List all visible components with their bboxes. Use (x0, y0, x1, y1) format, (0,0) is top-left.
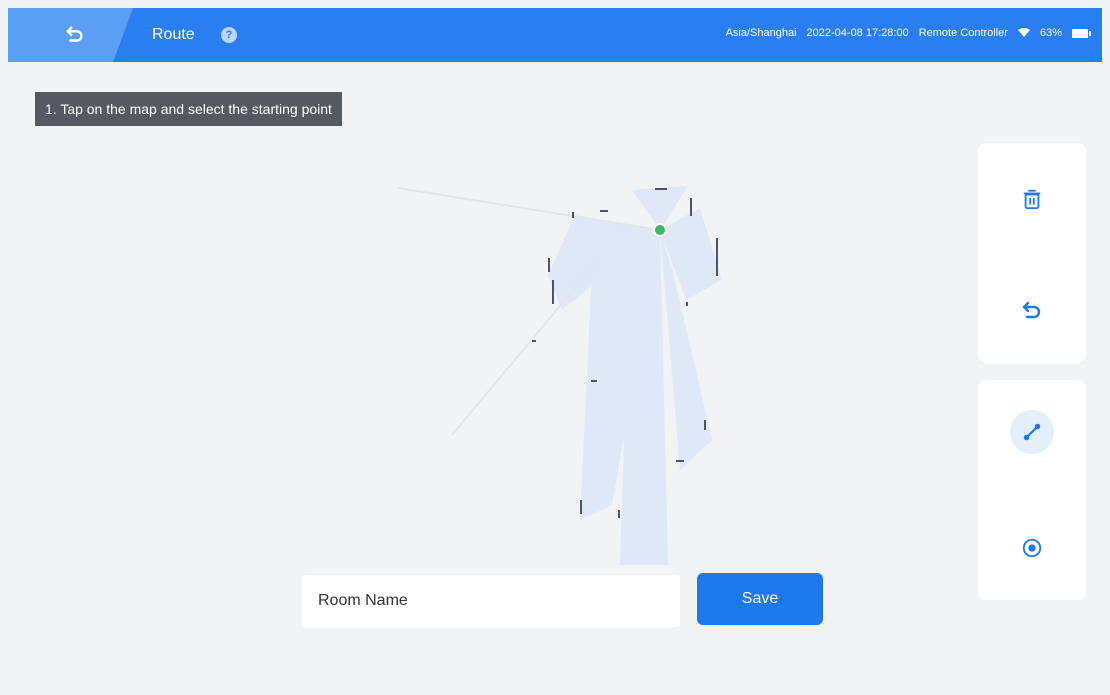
map-canvas[interactable] (0, 140, 960, 590)
undo-icon (1022, 301, 1041, 319)
line-route-button[interactable] (1010, 410, 1054, 454)
edit-tools-panel (978, 143, 1086, 363)
undo-button[interactable] (1010, 289, 1054, 333)
wifi-icon (1017, 28, 1030, 37)
top-bar: Route ? Asia/Shanghai 2022-04-08 17:28:0… (8, 8, 1102, 62)
back-button[interactable] (60, 20, 90, 50)
app-screen: Route ? Asia/Shanghai 2022-04-08 17:28:0… (0, 0, 1110, 695)
robot-position-marker (653, 223, 667, 237)
timezone-text: Asia/Shanghai (725, 27, 797, 39)
help-icon[interactable]: ? (221, 27, 237, 43)
controller-label: Remote Controller (918, 27, 1008, 39)
point-target-icon (1022, 538, 1042, 558)
datetime-text: 2022-04-08 17:28:00 (806, 27, 909, 39)
status-bar: Asia/Shanghai 2022-04-08 17:28:00 Remote… (725, 27, 1091, 39)
back-arrow-icon (66, 26, 83, 42)
delete-button[interactable] (1010, 177, 1054, 221)
battery-percent: 63% (1039, 27, 1062, 39)
save-button[interactable]: Save (697, 573, 823, 625)
room-name-input[interactable] (302, 575, 680, 627)
battery-icon (1072, 28, 1091, 38)
route-tools-panel (978, 380, 1086, 600)
page-title: Route (152, 26, 195, 43)
line-route-icon (1023, 423, 1041, 441)
instruction-banner: 1. Tap on the map and select the startin… (35, 92, 342, 126)
scanned-area (548, 186, 722, 565)
point-target-button[interactable] (1010, 526, 1054, 570)
trash-icon (1023, 189, 1041, 210)
